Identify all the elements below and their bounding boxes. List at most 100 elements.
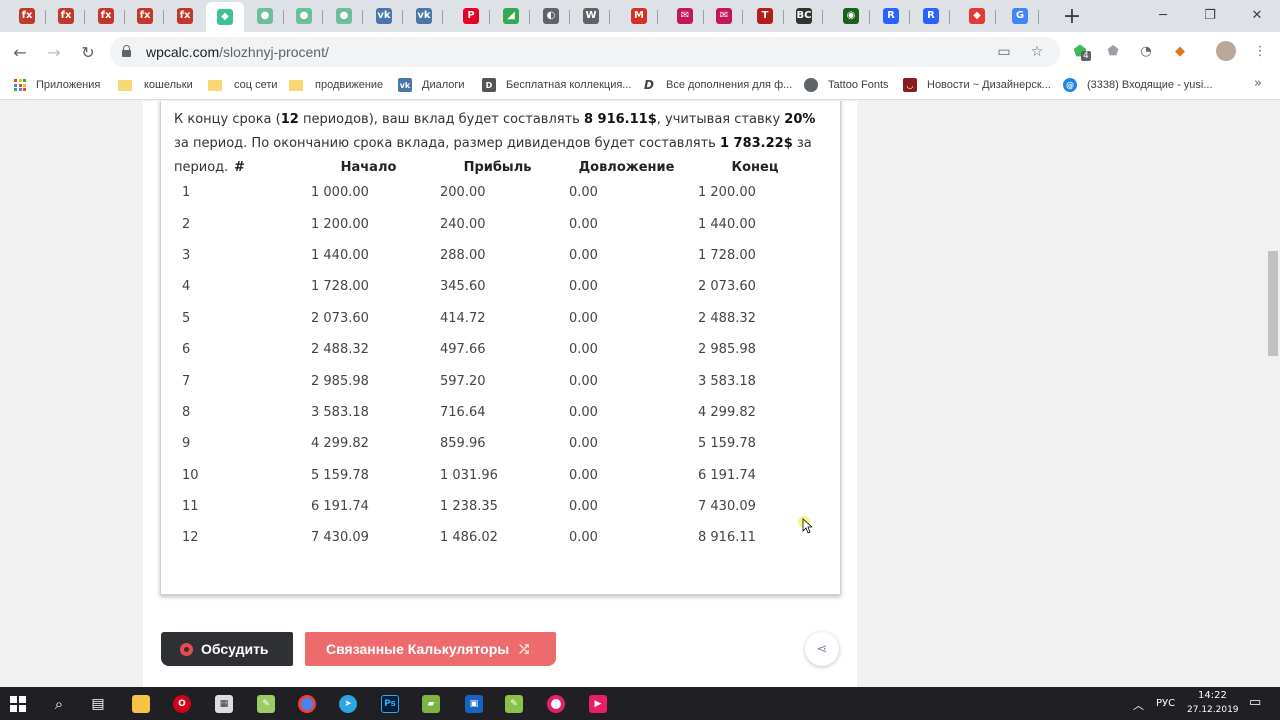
related-calculators-button[interactable]: Связанные Калькуляторы ⤮ [305,632,556,666]
restore-button[interactable]: ❐ [1187,0,1233,30]
media-app-icon[interactable]: ▶ [586,692,610,716]
close-window-button[interactable]: ✕ [1234,0,1280,30]
globe-icon: ◐ [543,8,559,24]
paint-icon[interactable]: ✎ [254,692,278,716]
remote-desktop-icon[interactable]: ▣ [462,692,486,716]
minimize-button[interactable]: ─ [1140,0,1186,30]
browser-tab[interactable]: ◆ [206,2,244,32]
new-tab-button[interactable]: + [1058,4,1086,29]
bookmark-promotion[interactable]: продвижение [289,77,383,93]
table-cell: 7 430.09 [311,530,369,546]
notes-icon[interactable]: ▰ [419,692,443,716]
table-cell: 2 488.32 [698,310,756,326]
browser-tab[interactable]: ◆ [958,2,996,30]
browser-tab[interactable]: vk [405,2,443,30]
bookmarks-bar: Приложения кошельки соц сети продвижение… [0,70,1280,100]
table-cell: 0.00 [569,247,598,263]
color-wheel-icon[interactable] [544,692,568,716]
fx-icon: fx [58,8,74,24]
notifications-icon[interactable]: ▭ [1249,695,1261,710]
bookmark-all-addons[interactable]: D Все дополнения для ф... [642,77,792,93]
bookmark-design-news[interactable]: ◡ Новости ~ Дизайнерск... [903,77,1051,93]
telegram-icon[interactable]: ➤ [336,692,360,716]
browser-tab[interactable]: fx [47,2,85,30]
browser-tab[interactable]: ◢ [492,2,530,30]
table-row: 6 2 488.32 497.66 0.00 2 985.98 [175,334,819,365]
table-cell: 1 486.02 [440,530,498,546]
bookmark-tattoo-fonts[interactable]: Tattoo Fonts [804,77,889,93]
clock-date[interactable]: 27.12.2019 [1187,705,1239,715]
browser-tab[interactable]: R [872,2,910,30]
photoshop-icon[interactable]: Ps [378,692,402,716]
brush-app-icon[interactable]: ✎ [502,692,526,716]
speed-extension-icon[interactable]: ◔ [1136,41,1156,61]
clock-time[interactable]: 14:22 [1198,690,1227,701]
design-news-icon: ◡ [903,78,917,92]
discuss-button[interactable]: Обсудить [161,632,293,666]
calculator-icon[interactable]: ▦ [212,692,236,716]
bookmark-wallets[interactable]: кошельки [118,77,193,93]
table-cell: 3 583.18 [698,373,756,389]
browser-tab[interactable]: fx [8,2,46,30]
browser-tab[interactable]: P [452,2,490,30]
tray-chevron-icon[interactable]: ︿ [1133,697,1144,713]
browser-menu-icon[interactable]: ⋮ [1250,41,1270,61]
table-cell: 6 191.74 [698,467,756,483]
opera-icon[interactable]: O [170,692,194,716]
windows-start-icon[interactable] [6,692,30,716]
browser-tab[interactable]: fx [126,2,164,30]
adblock-shield-icon[interactable]: ⬟ 4 [1070,41,1091,61]
bookmark-star-icon[interactable]: ☆ [1027,42,1047,62]
file-explorer-icon[interactable] [129,692,153,716]
table-row: 1 1 000.00 200.00 0.00 1 200.00 [175,177,819,208]
bookmark-social[interactable]: соц сети [208,77,278,93]
browser-tab[interactable]: ● [246,2,284,30]
browser-tab[interactable]: G [1001,2,1039,30]
browser-tab[interactable]: vk [365,2,403,30]
bookmark-apps[interactable]: Приложения [14,77,100,93]
table-cell: 4 299.82 [698,404,756,420]
gmail-icon: M [631,8,647,24]
task-view-icon[interactable]: ▤ [86,692,110,716]
browser-tab[interactable]: BC [785,2,823,30]
back-button[interactable]: ← [8,40,32,64]
browser-tab[interactable]: ● [285,2,323,30]
d-script-icon: D [642,78,656,92]
table-cell: 240.00 [440,216,486,232]
folder-icon [118,80,132,91]
bookmark-inbox[interactable]: @ (3338) Входящие - yusi... [1063,77,1213,93]
pinterest-icon: P [463,8,479,24]
table-row: 11 6 191.74 1 238.35 0.00 7 430.09 [175,491,819,522]
scrollbar-thumb[interactable] [1268,251,1278,356]
browser-tab[interactable]: R [912,2,950,30]
browser-tab[interactable]: W [572,2,610,30]
language-indicator[interactable]: РУС [1156,698,1175,709]
shield-icon[interactable]: ⬟ [1103,41,1123,61]
share-button[interactable]: ⋖ [805,632,839,666]
search-icon[interactable]: ⌕ [47,692,71,716]
browser-tab[interactable]: ◉ [832,2,870,30]
profile-avatar[interactable] [1216,41,1236,61]
browser-tab[interactable]: T [746,2,784,30]
browser-tab[interactable]: fx [166,2,204,30]
chrome-icon[interactable] [295,692,319,716]
address-bar[interactable]: wpcalc.com/slozhnyj-procent/ ▭ ☆ [110,37,1060,67]
browser-tab[interactable]: fx [87,2,125,30]
browser-tab[interactable]: M [620,2,658,30]
reload-button[interactable]: ↻ [76,40,100,64]
table-cell: 4 299.82 [311,436,369,452]
table-cell: 1 440.00 [311,247,369,263]
table-cell: 1 440.00 [698,216,756,232]
bookmarks-overflow-icon[interactable]: » [1254,76,1262,91]
forward-button[interactable]: → [42,40,66,64]
cast-icon[interactable]: ▭ [994,42,1014,62]
page-scrollbar[interactable] [1266,101,1280,687]
browser-tab[interactable]: ◐ [532,2,570,30]
browser-tab[interactable]: ● [325,2,363,30]
bookmark-free-collection[interactable]: D Бесплатная коллекция... [482,77,631,93]
browser-tab[interactable]: ✉ [666,2,704,30]
bookmark-dialogs[interactable]: vk Диалоги [398,77,465,93]
browser-tab[interactable]: ✉ [705,2,743,30]
table-cell: 2 488.32 [311,342,369,358]
metamask-fox-icon[interactable]: ◆ [1170,41,1190,61]
